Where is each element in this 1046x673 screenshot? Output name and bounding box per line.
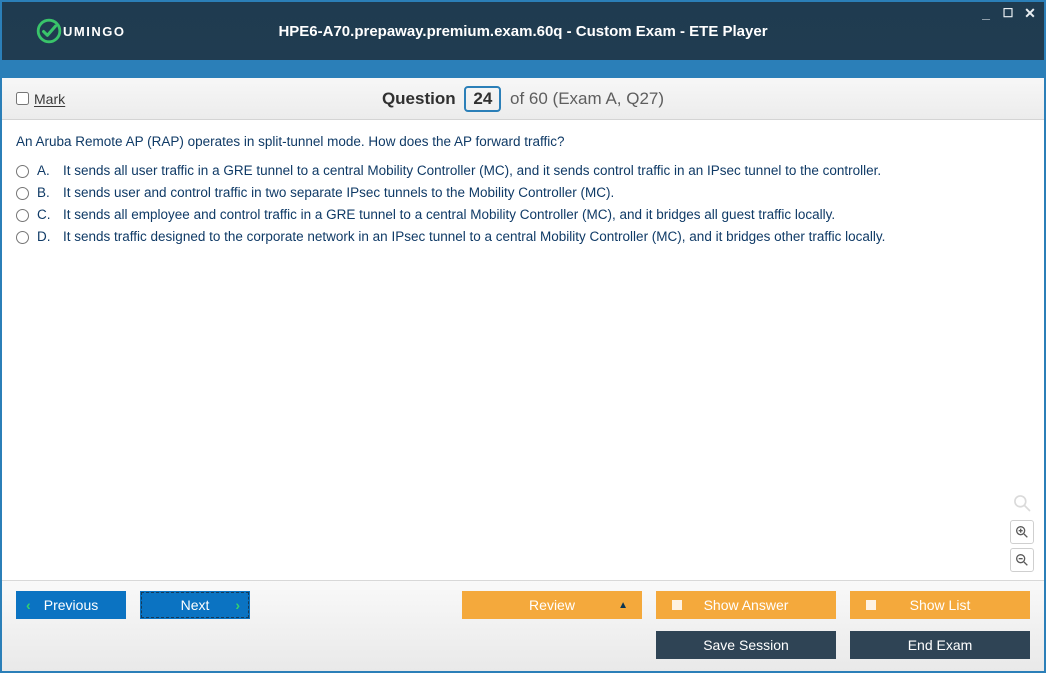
question-body: An Aruba Remote AP (RAP) operates in spl… <box>2 120 1044 580</box>
option-c-radio[interactable] <box>16 209 29 222</box>
toolbar-row-1: ‹ Previous Next › Review ▲ Show Answer S… <box>16 591 1030 619</box>
option-d-letter: D. <box>37 229 55 244</box>
question-bar: Mark Question 24 of 60 (Exam A, Q27) <box>2 78 1044 120</box>
stop-icon <box>672 600 682 610</box>
app-window: UMINGO HPE6-A70.prepaway.premium.exam.60… <box>0 0 1046 673</box>
chevron-right-icon: › <box>235 597 240 613</box>
option-b-text: It sends user and control traffic in two… <box>63 185 614 200</box>
chevron-left-icon: ‹ <box>26 597 31 613</box>
logo-checkmark-icon <box>36 18 62 44</box>
window-title: HPE6-A70.prepaway.premium.exam.60q - Cus… <box>2 23 1044 40</box>
end-exam-button[interactable]: End Exam <box>850 631 1030 659</box>
show-list-button[interactable]: Show List <box>850 591 1030 619</box>
close-icon[interactable]: ✕ <box>1022 6 1038 22</box>
window-controls: _ ☐ ✕ <box>978 6 1038 22</box>
previous-button[interactable]: ‹ Previous <box>16 591 126 619</box>
next-label: Next <box>181 597 210 613</box>
question-word: Question <box>382 89 456 108</box>
zoom-out-icon[interactable] <box>1010 548 1034 572</box>
option-b-radio[interactable] <box>16 187 29 200</box>
app-logo: UMINGO <box>36 18 125 44</box>
maximize-icon[interactable]: ☐ <box>1000 6 1016 22</box>
option-a-text: It sends all user traffic in a GRE tunne… <box>63 163 881 178</box>
next-button[interactable]: Next › <box>140 591 250 619</box>
show-answer-label: Show Answer <box>704 597 789 613</box>
review-label: Review <box>529 597 575 613</box>
option-a[interactable]: A. It sends all user traffic in a GRE tu… <box>16 163 1030 178</box>
save-session-button[interactable]: Save Session <box>656 631 836 659</box>
option-b-letter: B. <box>37 185 55 200</box>
previous-label: Previous <box>44 597 98 613</box>
stop-icon <box>866 600 876 610</box>
option-a-letter: A. <box>37 163 55 178</box>
mark-checkbox[interactable] <box>16 92 29 105</box>
question-of-text: of 60 (Exam A, Q27) <box>510 89 664 108</box>
question-number-box: 24 <box>464 86 501 112</box>
toolbar-row-2: Save Session End Exam <box>16 631 1030 659</box>
show-list-label: Show List <box>910 597 971 613</box>
option-d-radio[interactable] <box>16 231 29 244</box>
triangle-up-icon: ▲ <box>618 600 628 611</box>
minimize-icon[interactable]: _ <box>978 6 994 22</box>
question-prompt: An Aruba Remote AP (RAP) operates in spl… <box>16 134 1030 149</box>
option-a-radio[interactable] <box>16 165 29 178</box>
mark-label: Mark <box>34 91 65 107</box>
zoom-controls <box>1010 492 1034 572</box>
zoom-in-icon[interactable] <box>1010 520 1034 544</box>
option-d-text: It sends traffic designed to the corpora… <box>63 229 885 244</box>
title-bar: UMINGO HPE6-A70.prepaway.premium.exam.60… <box>2 2 1044 60</box>
bottom-toolbar: ‹ Previous Next › Review ▲ Show Answer S… <box>2 580 1044 671</box>
show-answer-button[interactable]: Show Answer <box>656 591 836 619</box>
question-indicator: Question 24 of 60 (Exam A, Q27) <box>2 86 1044 112</box>
end-exam-label: End Exam <box>908 637 973 653</box>
option-b[interactable]: B. It sends user and control traffic in … <box>16 185 1030 200</box>
option-c-text: It sends all employee and control traffi… <box>63 207 835 222</box>
option-c[interactable]: C. It sends all employee and control tra… <box>16 207 1030 222</box>
option-c-letter: C. <box>37 207 55 222</box>
review-button[interactable]: Review ▲ <box>462 591 642 619</box>
save-session-label: Save Session <box>703 637 789 653</box>
mark-checkbox-wrap[interactable]: Mark <box>16 91 65 107</box>
accent-ribbon <box>2 60 1044 78</box>
logo-text: UMINGO <box>63 24 125 39</box>
search-icon[interactable] <box>1011 492 1033 514</box>
option-d[interactable]: D. It sends traffic designed to the corp… <box>16 229 1030 244</box>
